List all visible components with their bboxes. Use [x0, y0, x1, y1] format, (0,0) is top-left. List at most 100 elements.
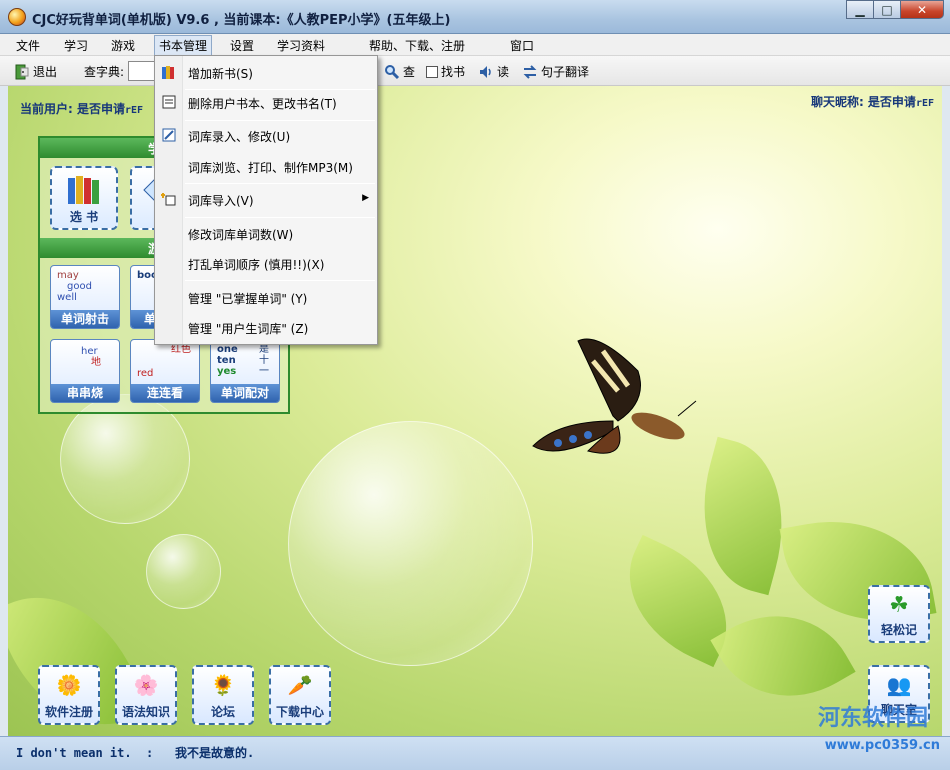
menu-item-vocab-browse-label: 词库浏览、打印、制作MP3(M) — [188, 161, 353, 175]
menu-help-download-register[interactable]: 帮助、下载、注册 — [369, 37, 465, 54]
chain-game-art: her 地 — [81, 346, 101, 368]
sentence-translate-button[interactable]: 句子翻译 — [522, 63, 589, 80]
current-user: 当前用户: 是否申请rEF — [20, 100, 143, 117]
exit-label: 退出 — [33, 65, 58, 79]
clover-icon: ☘ — [889, 593, 909, 618]
menu-item-vocab-browse-print-mp3[interactable]: 词库浏览、打印、制作MP3(M) — [155, 154, 377, 180]
forum-label: 论坛 — [210, 705, 235, 719]
read-label: 读 — [497, 65, 510, 79]
bubble-decoration — [288, 421, 533, 666]
menu-item-add-book[interactable]: 增加新书(S) — [155, 60, 377, 86]
speaker-icon — [480, 65, 491, 78]
menu-item-manage-mastered-label: 管理 "已掌握单词" (Y) — [188, 292, 308, 306]
select-book-button[interactable]: 选 书 — [50, 166, 118, 230]
menu-item-manage-new-words-label: 管理 "用户生词库" (Z) — [188, 322, 309, 336]
sentence-translate-label: 句子翻译 — [541, 65, 590, 79]
menu-item-add-book-label: 增加新书(S) — [188, 67, 253, 81]
easy-memorize-button[interactable]: ☘ 轻松记 — [868, 585, 930, 643]
chat-people-icon: 👥 — [886, 673, 912, 697]
read-button[interactable]: 读 — [478, 63, 509, 80]
watermark-logo: 河东软件园 — [817, 706, 928, 731]
menu-separator — [185, 183, 375, 184]
current-user-suffix: rEF — [124, 105, 144, 116]
search-icon — [385, 64, 400, 79]
software-register-label: 软件注册 — [44, 705, 93, 719]
select-book-label: 选 书 — [69, 210, 99, 224]
menu-item-vocab-import-label: 词库导入(V) — [188, 194, 254, 208]
window-controls: ▁ □ ✕ — [846, 0, 944, 19]
search-label: 查 — [403, 65, 416, 79]
edit-icon — [162, 128, 176, 142]
chain-game-label: 串串烧 — [51, 384, 119, 402]
maximize-button[interactable]: □ — [873, 0, 900, 19]
exit-door-icon — [15, 64, 29, 79]
minimize-button[interactable]: ▁ — [846, 0, 873, 19]
search-button[interactable]: 查 — [384, 63, 415, 80]
menu-study[interactable]: 学习 — [64, 37, 88, 54]
sunflower-icon: 🌻 — [210, 673, 236, 697]
book-edit-icon — [162, 95, 176, 109]
word-shooting-label: 单词射击 — [51, 310, 119, 328]
menu-item-manage-new-words[interactable]: 管理 "用户生词库" (Z) — [155, 315, 377, 341]
chat-nickname: 聊天昵称: 是否申请rEF — [811, 93, 934, 110]
menu-separator — [185, 280, 375, 281]
word-pairing-game-button[interactable]: one ten yes 是 十 一 单词配对 — [210, 339, 280, 403]
submenu-arrow-icon: ▶ — [362, 193, 369, 203]
word-pairing-art: one ten yes — [217, 344, 238, 377]
flowers-icon: 🌸 — [133, 673, 159, 697]
title-bar: CJC好玩背单词(单机版) V9.6 , 当前课本:《人教PEP小学》(五年级上… — [0, 0, 950, 34]
forum-button[interactable]: 🌻 论坛 — [192, 665, 254, 725]
download-center-button[interactable]: 🥕 下载中心 — [269, 665, 331, 725]
match-link-game-button[interactable]: 红色 red 连连看 — [130, 339, 200, 403]
word-pairing-label: 单词配对 — [211, 384, 279, 402]
butterfly-image — [532, 338, 697, 454]
bubble-decoration — [146, 534, 221, 609]
books-icon — [162, 66, 174, 79]
menu-item-manage-mastered[interactable]: 管理 "已掌握单词" (Y) — [155, 285, 377, 311]
menu-item-delete-rename-book[interactable]: 删除用户书本、更改书名(T) — [155, 90, 377, 116]
import-icon — [161, 193, 176, 206]
word-shooting-game-button[interactable]: may good well 单词射击 — [50, 265, 120, 329]
match-link-label: 连连看 — [131, 384, 199, 402]
menu-games[interactable]: 游戏 — [111, 37, 135, 54]
menu-book-management[interactable]: 书本管理 — [154, 35, 213, 56]
app-logo-icon — [8, 8, 26, 26]
find-book-checkbox[interactable] — [426, 65, 438, 78]
download-icon: 🥕 — [287, 673, 313, 697]
download-center-label: 下载中心 — [275, 705, 324, 719]
grammar-label: 语法知识 — [121, 705, 170, 719]
book-management-dropdown: 增加新书(S) 删除用户书本、更改书名(T) 词库录入、修改(U) 词库浏览、打… — [154, 55, 378, 345]
menu-study-materials[interactable]: 学习资料 — [277, 37, 325, 54]
word-pairing-art-cn: 是 十 一 — [259, 344, 269, 377]
menu-separator — [185, 217, 375, 218]
software-register-button[interactable]: 🌼 软件注册 — [38, 665, 100, 725]
chain-game-button[interactable]: her 地 串串烧 — [50, 339, 120, 403]
menu-item-shuffle-words[interactable]: 打乱单词顺序 (慎用!!)(X) — [155, 251, 377, 277]
menu-window[interactable]: 窗口 — [510, 37, 534, 54]
translate-arrows-icon — [523, 64, 537, 79]
chat-nickname-text: 聊天昵称: 是否申请 — [810, 95, 916, 109]
window-title: CJC好玩背单词(单机版) V9.6 , 当前课本:《人教PEP小学》(五年级上… — [32, 13, 451, 28]
menu-separator — [185, 120, 375, 121]
watermark-url: www.pc0359.cn — [824, 738, 940, 753]
menu-item-change-word-count[interactable]: 修改词库单词数(W) — [155, 221, 377, 247]
match-link-art-en: red — [137, 368, 154, 379]
lookup-label: 查字典: — [84, 65, 125, 79]
current-user-text: 当前用户: 是否申请 — [20, 102, 125, 116]
menu-item-shuffle-words-label: 打乱单词顺序 (慎用!!)(X) — [188, 258, 325, 272]
grammar-button[interactable]: 🌸 语法知识 — [115, 665, 177, 725]
menu-item-delete-rename-book-label: 删除用户书本、更改书名(T) — [188, 97, 337, 111]
find-book-toggle[interactable]: 找书 — [426, 63, 465, 80]
word-shooting-art: may good well — [57, 270, 92, 303]
match-link-art-cn: 红色 — [171, 344, 191, 355]
menu-file[interactable]: 文件 — [16, 37, 40, 54]
menu-item-change-word-count-label: 修改词库单词数(W) — [188, 228, 294, 242]
flower-icon: 🌼 — [56, 673, 82, 697]
menu-item-vocab-edit[interactable]: 词库录入、修改(U) — [155, 123, 377, 149]
menu-settings[interactable]: 设置 — [230, 37, 254, 54]
menu-bar: 文件 学习 游戏 书本管理 设置 学习资料 帮助、下载、注册 窗口 — [0, 34, 950, 56]
exit-button[interactable]: 退出 — [14, 63, 57, 80]
close-button[interactable]: ✕ — [900, 0, 944, 19]
menu-item-vocab-import[interactable]: 词库导入(V) ▶ — [155, 187, 377, 213]
toolbar: 退出 查字典: 查 找书 读 句子翻译 — [0, 56, 950, 86]
